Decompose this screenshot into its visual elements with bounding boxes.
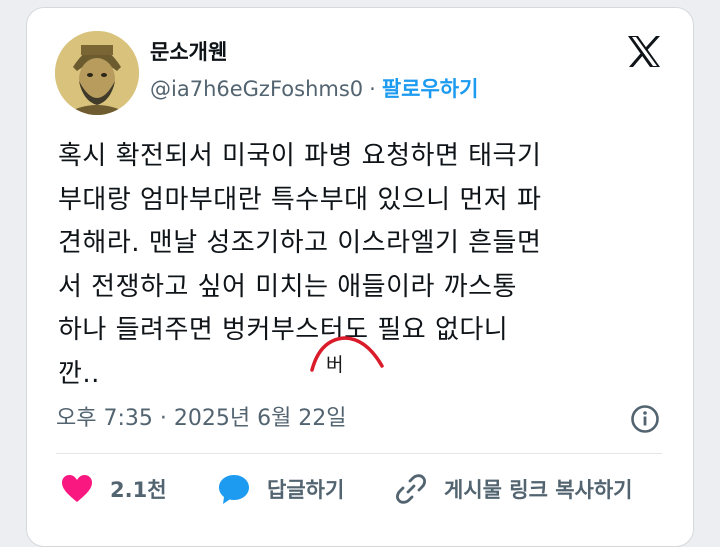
- link-icon: [396, 474, 426, 504]
- handwritten-correction: 버: [326, 354, 344, 376]
- reply-button[interactable]: 답글하기: [217, 472, 344, 506]
- tweet-text: 혹시 확전되서 미국이 파병 요청하면 태극기 부대랑 엄마부대란 특수부대 있…: [58, 141, 542, 389]
- separator-dot: ·: [369, 77, 376, 101]
- avatar-image: [55, 31, 139, 115]
- heart-icon: [62, 475, 92, 502]
- display-name[interactable]: 문소개웬: [150, 40, 227, 64]
- avatar[interactable]: [55, 31, 139, 115]
- like-button[interactable]: 2.1천: [60, 472, 167, 506]
- speech-bubble-icon: [219, 475, 249, 504]
- handle-row: @ia7h6eGzFoshms0 · 팔로우하기: [150, 76, 478, 102]
- copy-link-label: 게시물 링크 복사하기: [444, 478, 633, 502]
- divider: [56, 453, 662, 454]
- like-count: 2.1천: [110, 478, 167, 502]
- follow-button[interactable]: 팔로우하기: [382, 77, 479, 101]
- user-handle[interactable]: @ia7h6eGzFoshms0: [150, 77, 363, 101]
- x-logo-icon[interactable]: [626, 35, 662, 68]
- reply-label: 답글하기: [267, 478, 345, 502]
- tweet-timestamp[interactable]: 오후 7:35 · 2025년 6월 22일: [56, 400, 347, 432]
- copy-link-button[interactable]: 게시물 링크 복사하기: [394, 472, 633, 506]
- info-icon[interactable]: [630, 404, 660, 434]
